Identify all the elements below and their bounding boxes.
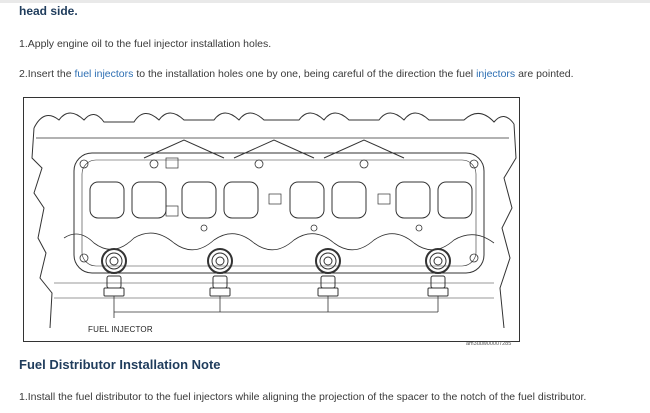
top-scroll-strip — [0, 0, 650, 3]
step-2-text-part-a: 2.Insert the — [19, 68, 75, 80]
section-title: Fuel Distributor Installation Note — [19, 357, 221, 372]
engine-diagram-figure — [23, 97, 520, 342]
callout-lines — [113, 296, 439, 318]
step-2-text-part-c: are pointed. — [515, 68, 574, 80]
injectors-link[interactable]: injectors — [476, 68, 515, 80]
fuel-injectors-link[interactable]: fuel injectors — [74, 68, 133, 80]
distributor-step-1-text: 1.Install the fuel distributor to the fu… — [19, 391, 587, 403]
step-2-text-part-b: to the installation holes one by one, be… — [133, 68, 477, 80]
intake-manifold-illustration — [31, 112, 517, 329]
fuel-injector-label: FUEL INJECTOR — [88, 325, 153, 334]
section-heading-fragment: head side. — [19, 4, 78, 18]
step-2-text: 2.Insert the fuel injectors to the insta… — [19, 68, 574, 80]
figure-code: am3uuw00007285 — [466, 341, 512, 347]
step-1-text: 1.Apply engine oil to the fuel injector … — [19, 38, 272, 50]
